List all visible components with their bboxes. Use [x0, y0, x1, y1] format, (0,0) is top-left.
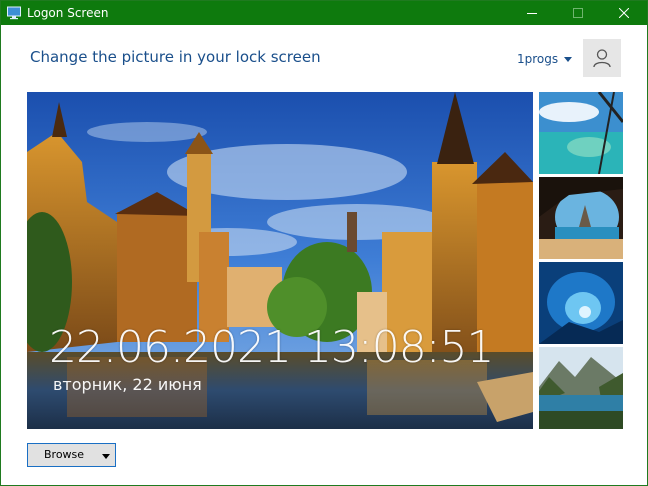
page-title: Change the picture in your lock screen — [30, 48, 321, 66]
user-name: 1progs — [517, 52, 559, 66]
lock-screen-date: вторник, 22 июня — [53, 375, 202, 394]
ice-cave-image — [539, 262, 623, 344]
mountain-lake-image — [539, 347, 623, 429]
chevron-down-icon[interactable] — [102, 454, 110, 459]
thumbnail-sea-cave[interactable] — [539, 177, 623, 259]
monitor-icon — [7, 6, 21, 20]
window-title: Logon Screen — [27, 6, 109, 20]
maximize-icon — [573, 8, 583, 18]
chevron-down-icon — [564, 56, 573, 62]
minimize-icon — [527, 13, 537, 14]
user-menu-dropdown[interactable]: 1progs — [517, 51, 573, 67]
avatar[interactable] — [583, 39, 621, 77]
lock-screen-clock: 22.06.2021 13:08:51 — [49, 322, 495, 373]
close-button[interactable] — [601, 1, 647, 25]
browse-label: Browse — [44, 448, 85, 461]
maximize-button[interactable] — [555, 1, 601, 25]
tropical-beach-image — [539, 92, 623, 174]
title-bar[interactable]: Logon Screen — [1, 1, 647, 25]
thumbnail-ice-cave[interactable] — [539, 262, 623, 344]
user-icon — [593, 49, 611, 68]
lock-screen-preview: 22.06.2021 13:08:51 вторник, 22 июня — [27, 92, 533, 429]
thumbnail-mountain-lake[interactable] — [539, 347, 623, 429]
thumbnail-tropical-beach[interactable] — [539, 92, 623, 174]
minimize-button[interactable] — [509, 1, 555, 25]
browse-button[interactable]: Browse — [27, 443, 116, 467]
logon-screen-window: Logon Screen Change the picture in your … — [0, 0, 648, 486]
sea-cave-image — [539, 177, 623, 259]
close-icon — [619, 8, 629, 18]
